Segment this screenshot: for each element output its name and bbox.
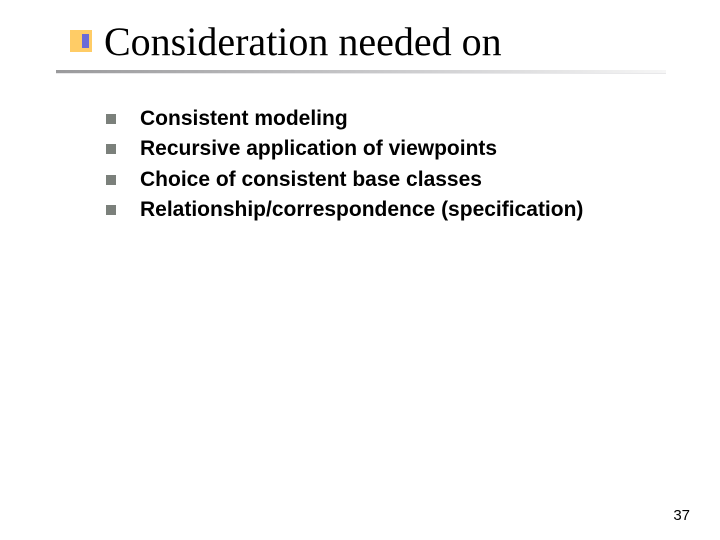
slide-title: Consideration needed on: [104, 18, 502, 65]
bullet-icon: [106, 205, 116, 215]
list-item: Consistent modeling: [106, 106, 666, 132]
bullet-list: Consistent modeling Recursive applicatio…: [106, 106, 666, 227]
bullet-icon: [106, 175, 116, 185]
bullet-text: Relationship/correspondence (specificati…: [140, 197, 583, 223]
bullet-icon: [106, 114, 116, 124]
list-item: Recursive application of viewpoints: [106, 136, 666, 162]
page-number: 37: [673, 507, 690, 524]
bullet-text: Choice of consistent base classes: [140, 167, 482, 193]
bullet-icon: [106, 144, 116, 154]
list-item: Relationship/correspondence (specificati…: [106, 197, 666, 223]
title-underline: [56, 70, 666, 73]
accent-stripe-icon: [82, 34, 89, 48]
bullet-text: Consistent modeling: [140, 106, 348, 132]
list-item: Choice of consistent base classes: [106, 167, 666, 193]
bullet-text: Recursive application of viewpoints: [140, 136, 497, 162]
